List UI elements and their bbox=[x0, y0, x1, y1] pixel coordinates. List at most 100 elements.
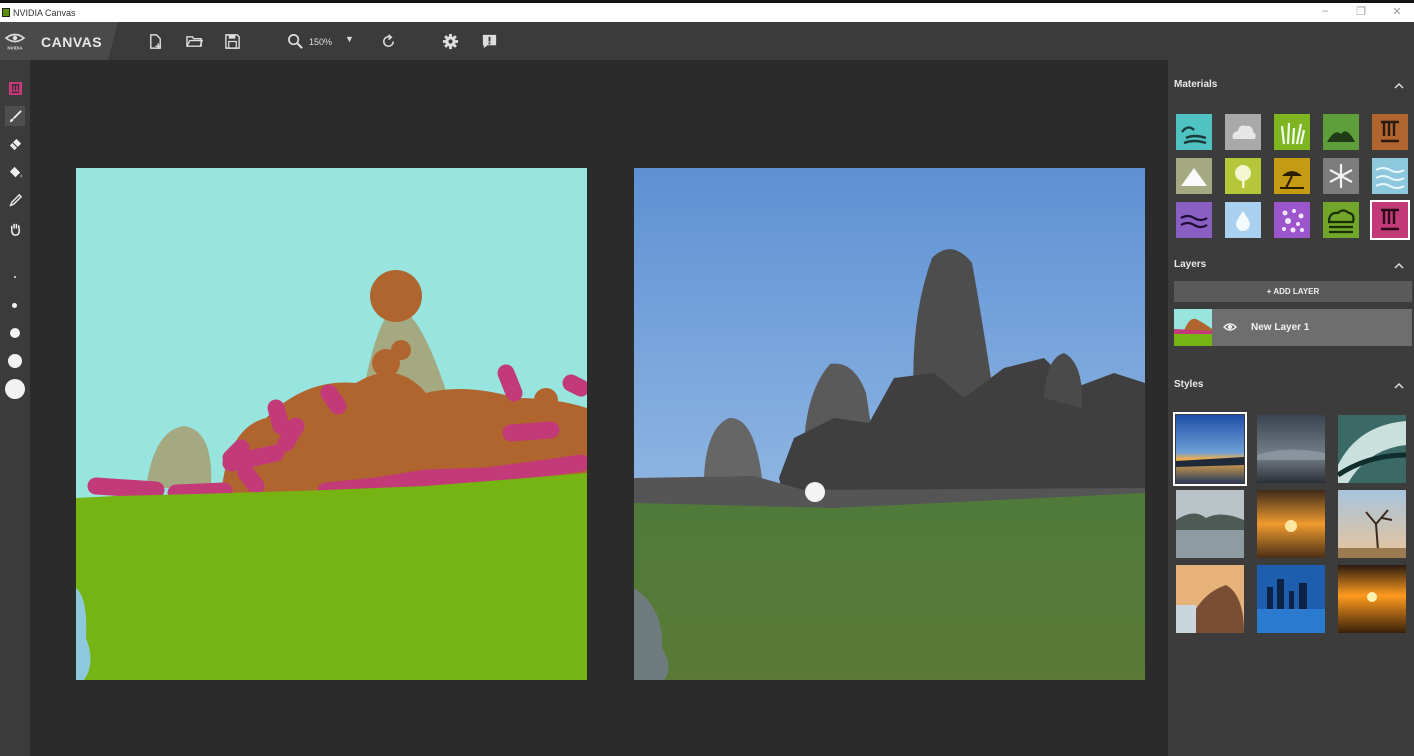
material-river[interactable] bbox=[1176, 202, 1212, 238]
materials-collapse-icon[interactable] bbox=[1394, 82, 1404, 90]
brush-icon bbox=[9, 109, 22, 122]
output-landscape bbox=[634, 168, 1145, 680]
material-flower[interactable] bbox=[1274, 202, 1310, 238]
style-thumbnail-8[interactable] bbox=[1257, 565, 1325, 633]
new-file-button[interactable] bbox=[145, 31, 165, 51]
open-folder-icon bbox=[185, 35, 203, 47]
settings-button[interactable] bbox=[440, 31, 460, 51]
visibility-eye-icon[interactable] bbox=[1223, 321, 1237, 333]
pan-tool[interactable] bbox=[5, 218, 25, 238]
style-rocky-shore-image bbox=[1176, 565, 1244, 633]
close-button[interactable]: ✕ bbox=[1379, 5, 1414, 22]
style-sunset-sea-image bbox=[1176, 415, 1244, 483]
style-golden-sunset-image bbox=[1257, 490, 1325, 558]
stone-icon bbox=[1372, 202, 1408, 238]
fill-tool[interactable] bbox=[5, 162, 25, 182]
bush-icon bbox=[1323, 202, 1359, 238]
style-thumbnail-4[interactable] bbox=[1176, 490, 1244, 558]
layer-thumbnail bbox=[1174, 309, 1212, 346]
material-tree[interactable] bbox=[1225, 158, 1261, 194]
layers-collapse-icon[interactable] bbox=[1394, 262, 1404, 270]
new-file-icon bbox=[149, 33, 161, 49]
material-hill[interactable] bbox=[1323, 114, 1359, 150]
material-bush[interactable] bbox=[1323, 202, 1359, 238]
style-thumbnail-6[interactable] bbox=[1338, 490, 1406, 558]
sea-icon bbox=[1176, 114, 1212, 150]
layer-row[interactable]: New Layer 1 bbox=[1174, 309, 1412, 346]
style-thumbnail-2[interactable] bbox=[1257, 415, 1325, 483]
app-name: CANVAS bbox=[41, 34, 103, 50]
material-rock[interactable] bbox=[1372, 114, 1408, 150]
material-grass[interactable] bbox=[1274, 114, 1310, 150]
save-button[interactable] bbox=[222, 31, 242, 51]
brush-tool[interactable] bbox=[5, 106, 25, 126]
tree-icon bbox=[1225, 158, 1261, 194]
zoom-button[interactable] bbox=[285, 31, 305, 51]
style-thumbnail-3[interactable] bbox=[1338, 415, 1406, 483]
maximize-button[interactable]: ❐ bbox=[1343, 5, 1379, 22]
feedback-icon bbox=[482, 34, 496, 48]
brand-area: NVIDIA CANVAS bbox=[0, 22, 118, 60]
brush-size-tiny[interactable] bbox=[14, 276, 16, 278]
style-thumbnail-7[interactable] bbox=[1176, 565, 1244, 633]
output-image bbox=[634, 168, 1145, 680]
brush-size-small[interactable] bbox=[12, 303, 17, 308]
river-icon bbox=[1176, 202, 1212, 238]
top-toolbar: NVIDIA CANVAS 150% ▼ bbox=[0, 22, 1414, 60]
brush-size-xlarge[interactable] bbox=[5, 379, 25, 399]
open-button[interactable] bbox=[184, 31, 204, 51]
style-city-night-image bbox=[1257, 565, 1325, 633]
style-orange-sunset-image bbox=[1338, 565, 1406, 633]
styles-collapse-icon[interactable] bbox=[1394, 382, 1404, 390]
material-stone[interactable] bbox=[1370, 200, 1410, 240]
layer-name: New Layer 1 bbox=[1251, 322, 1310, 333]
layers-title: Layers bbox=[1174, 259, 1207, 270]
style-misty-lake-image bbox=[1176, 490, 1244, 558]
fill-icon bbox=[9, 166, 22, 178]
gear-icon bbox=[442, 33, 458, 49]
minimize-button[interactable]: – bbox=[1307, 5, 1343, 22]
flower-icon bbox=[1274, 202, 1310, 238]
refresh-button[interactable] bbox=[378, 31, 398, 51]
material-fog[interactable] bbox=[1225, 202, 1261, 238]
refresh-icon bbox=[382, 33, 394, 47]
tool-strip bbox=[0, 60, 30, 756]
material-mountain[interactable] bbox=[1176, 158, 1212, 194]
material-sea[interactable] bbox=[1176, 114, 1212, 150]
zoom-level[interactable]: 150% bbox=[309, 37, 332, 47]
eraser-icon bbox=[9, 138, 21, 150]
add-layer-button[interactable]: + ADD LAYER bbox=[1174, 281, 1412, 302]
material-snow[interactable] bbox=[1323, 158, 1359, 194]
material-sand[interactable] bbox=[1274, 158, 1310, 194]
mountain-icon bbox=[1176, 158, 1212, 194]
material-picker-tool[interactable] bbox=[5, 78, 25, 98]
eraser-tool[interactable] bbox=[5, 134, 25, 154]
brush-size-medium[interactable] bbox=[10, 328, 20, 338]
style-thumbnail-1[interactable] bbox=[1173, 412, 1247, 486]
save-icon bbox=[224, 33, 240, 49]
material-cloud[interactable] bbox=[1225, 114, 1261, 150]
droplet-icon bbox=[1225, 202, 1261, 238]
sand-icon bbox=[1274, 158, 1310, 194]
style-storm-image bbox=[1257, 415, 1325, 483]
material-water[interactable] bbox=[1372, 158, 1408, 194]
hill-icon bbox=[1323, 114, 1359, 150]
eyedropper-tool[interactable] bbox=[5, 190, 25, 210]
zoom-dropdown-icon[interactable]: ▼ bbox=[345, 34, 354, 44]
materials-title: Materials bbox=[1174, 79, 1218, 90]
segmentation-canvas[interactable] bbox=[76, 168, 587, 680]
style-wave-image bbox=[1338, 415, 1406, 483]
style-thumbnail-9[interactable] bbox=[1338, 565, 1406, 633]
style-lone-tree-image bbox=[1338, 490, 1406, 558]
feedback-button[interactable] bbox=[479, 31, 499, 51]
eyedropper-icon bbox=[8, 193, 22, 207]
zoom-icon bbox=[287, 33, 303, 49]
style-thumbnail-5[interactable] bbox=[1257, 490, 1325, 558]
snowflake-icon bbox=[1323, 158, 1359, 194]
window-title: NVIDIA Canvas bbox=[13, 8, 76, 18]
title-bar: NVIDIA Canvas – ❐ ✕ bbox=[0, 0, 1414, 22]
brush-size-large[interactable] bbox=[8, 354, 22, 368]
cloud-icon bbox=[1225, 114, 1261, 150]
rock-icon bbox=[1372, 114, 1408, 150]
styles-title: Styles bbox=[1174, 379, 1204, 390]
